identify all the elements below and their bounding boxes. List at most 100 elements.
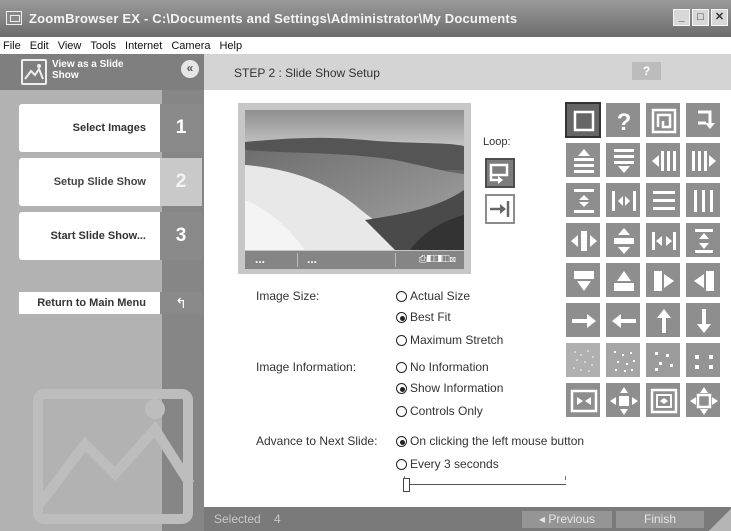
preview-controls: ... ... ⎙◧◨◫⊠ bbox=[245, 251, 464, 269]
close-button[interactable]: ✕ bbox=[711, 9, 728, 26]
expand-cross-icon[interactable] bbox=[605, 382, 641, 418]
split-horizontal-icon[interactable] bbox=[605, 182, 641, 218]
menu-tools[interactable]: Tools bbox=[90, 40, 116, 52]
radio-on-click[interactable]: On clicking the left mouse button bbox=[396, 434, 584, 448]
divider bbox=[395, 253, 396, 267]
finish-button[interactable]: Finish bbox=[616, 511, 704, 528]
step-label: Setup Slide Show bbox=[19, 158, 160, 206]
loop-label: Loop: bbox=[483, 136, 511, 148]
step-setup-slide-show[interactable]: Setup Slide Show 2 bbox=[19, 158, 202, 206]
menu-internet[interactable]: Internet bbox=[125, 40, 162, 52]
random-icon[interactable]: ? bbox=[605, 102, 641, 138]
radio-controls-only[interactable]: Controls Only bbox=[396, 404, 483, 418]
menu-camera[interactable]: Camera bbox=[171, 40, 210, 52]
menu-file[interactable]: File bbox=[3, 40, 21, 52]
menu-edit[interactable]: Edit bbox=[30, 40, 49, 52]
image-information-label: Image Information: bbox=[256, 360, 357, 374]
spiral-in-icon[interactable] bbox=[645, 102, 681, 138]
slideshow-watermark-icon bbox=[30, 374, 200, 527]
step-start-slide-show[interactable]: Start Slide Show... 3 bbox=[19, 212, 202, 260]
step-number: 2 bbox=[160, 158, 202, 206]
wipe-left-icon[interactable] bbox=[645, 142, 681, 178]
corner-icon[interactable] bbox=[685, 102, 721, 138]
selected-count: Selected 4 bbox=[204, 512, 281, 526]
window-title: ZoomBrowser EX - C:\Documents and Settin… bbox=[29, 11, 518, 26]
preview-image bbox=[245, 110, 464, 250]
slider-tick bbox=[565, 476, 566, 480]
svg-text:?: ? bbox=[617, 109, 632, 136]
step-select-images[interactable]: Select Images 1 bbox=[19, 104, 202, 152]
maximize-button[interactable]: □ bbox=[692, 9, 709, 26]
dissolve-medium-icon[interactable] bbox=[605, 342, 641, 378]
collapse-sidebar-button[interactable]: « bbox=[181, 60, 199, 78]
wipe-right-icon[interactable] bbox=[685, 142, 721, 178]
dissolve-large-icon[interactable] bbox=[685, 342, 721, 378]
minimize-button[interactable]: _ bbox=[673, 9, 690, 26]
return-main-menu-button[interactable]: Return to Main Menu ↰ bbox=[19, 292, 202, 314]
slideshow-icon bbox=[21, 59, 47, 85]
radio-best-fit[interactable]: Best Fit bbox=[396, 310, 451, 324]
menu-bar: File Edit View Tools Internet Camera Hel… bbox=[0, 37, 731, 54]
loop-once-icon[interactable] bbox=[485, 194, 515, 224]
arrow-down-icon[interactable] bbox=[685, 302, 721, 338]
dissolve-coarse-icon[interactable] bbox=[645, 342, 681, 378]
wipe-up-icon[interactable] bbox=[565, 142, 601, 178]
radio-every-seconds[interactable]: Every 3 seconds bbox=[396, 457, 499, 471]
radio-maximum-stretch[interactable]: Maximum Stretch bbox=[396, 333, 503, 347]
step-number: 3 bbox=[160, 212, 202, 260]
image-size-label: Image Size: bbox=[256, 289, 320, 303]
zoom-in-h-icon[interactable] bbox=[565, 382, 601, 418]
step-number: 1 bbox=[160, 104, 202, 152]
squeeze-horizontal-icon[interactable] bbox=[645, 222, 681, 258]
help-button[interactable]: ? bbox=[632, 62, 661, 80]
selected-label: Selected bbox=[214, 512, 261, 526]
status-bar: Selected 4 ◂ Previous Finish bbox=[204, 507, 731, 531]
zoom-box-icon[interactable] bbox=[645, 382, 681, 418]
cover-left-icon[interactable] bbox=[685, 262, 721, 298]
return-label: Return to Main Menu bbox=[19, 292, 160, 314]
step-label: Start Slide Show... bbox=[19, 212, 160, 260]
push-horizontal-icon[interactable] bbox=[565, 222, 601, 258]
divider bbox=[297, 253, 298, 267]
return-icon: ↰ bbox=[160, 292, 202, 314]
resize-grip[interactable] bbox=[709, 509, 731, 531]
expand-cross-out-icon[interactable] bbox=[685, 382, 721, 418]
squeeze-vertical-icon[interactable] bbox=[685, 222, 721, 258]
slider-thumb[interactable] bbox=[403, 478, 410, 492]
loop-repeat-icon[interactable] bbox=[485, 158, 515, 188]
interval-slider[interactable] bbox=[397, 476, 572, 496]
title-bar: ZoomBrowser EX - C:\Documents and Settin… bbox=[0, 0, 731, 37]
transition-effects-grid: ? bbox=[565, 102, 724, 418]
previous-button[interactable]: ◂ Previous bbox=[522, 511, 612, 528]
blinds-vertical-icon[interactable] bbox=[685, 182, 721, 218]
sidebar: View as a Slide Show « Select Images 1 S… bbox=[0, 54, 204, 531]
slider-track bbox=[404, 484, 566, 485]
menu-help[interactable]: Help bbox=[219, 40, 242, 52]
cover-up-icon[interactable] bbox=[605, 262, 641, 298]
main-content: STEP 2 : Slide Show Setup ? ... ... ⎙◧◨◫… bbox=[204, 54, 731, 531]
wipe-down-icon[interactable] bbox=[605, 142, 641, 178]
preview-info-left: ... bbox=[255, 252, 266, 266]
sidebar-header: View as a Slide Show « bbox=[0, 54, 204, 90]
step-label: Select Images bbox=[19, 104, 160, 152]
arrow-left-icon[interactable] bbox=[605, 302, 641, 338]
step-title: STEP 2 : Slide Show Setup bbox=[234, 66, 380, 80]
step-header: STEP 2 : Slide Show Setup ? bbox=[204, 54, 731, 90]
push-vertical-icon[interactable] bbox=[605, 222, 641, 258]
arrow-up-icon[interactable] bbox=[645, 302, 681, 338]
radio-no-information[interactable]: No Information bbox=[396, 360, 489, 374]
preview-info-mid: ... bbox=[307, 252, 318, 266]
selected-number: 4 bbox=[274, 512, 281, 526]
menu-view[interactable]: View bbox=[58, 40, 82, 52]
dissolve-fine-icon[interactable] bbox=[565, 342, 601, 378]
cover-right-icon[interactable] bbox=[645, 262, 681, 298]
split-vertical-icon[interactable] bbox=[565, 182, 601, 218]
radio-actual-size[interactable]: Actual Size bbox=[396, 289, 470, 303]
radio-show-information[interactable]: Show Information bbox=[396, 381, 503, 395]
preview-control-icons: ⎙◧◨◫⊠ bbox=[418, 254, 456, 265]
none-icon[interactable] bbox=[565, 102, 601, 138]
cover-down-icon[interactable] bbox=[565, 262, 601, 298]
arrow-right-icon[interactable] bbox=[565, 302, 601, 338]
blinds-horizontal-icon[interactable] bbox=[645, 182, 681, 218]
slide-preview: ... ... ⎙◧◨◫⊠ bbox=[238, 103, 471, 274]
